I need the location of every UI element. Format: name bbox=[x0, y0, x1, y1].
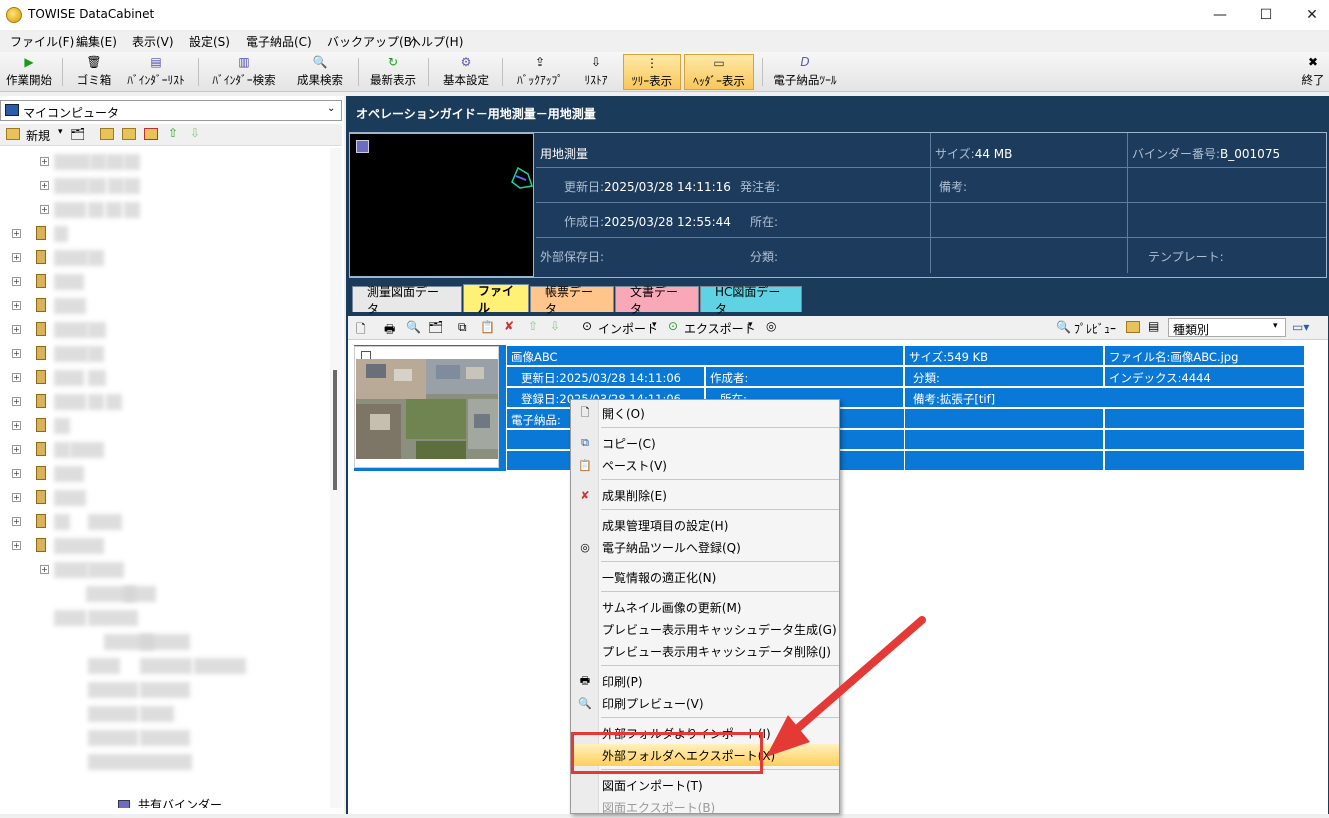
annotation-arrow bbox=[766, 616, 926, 757]
